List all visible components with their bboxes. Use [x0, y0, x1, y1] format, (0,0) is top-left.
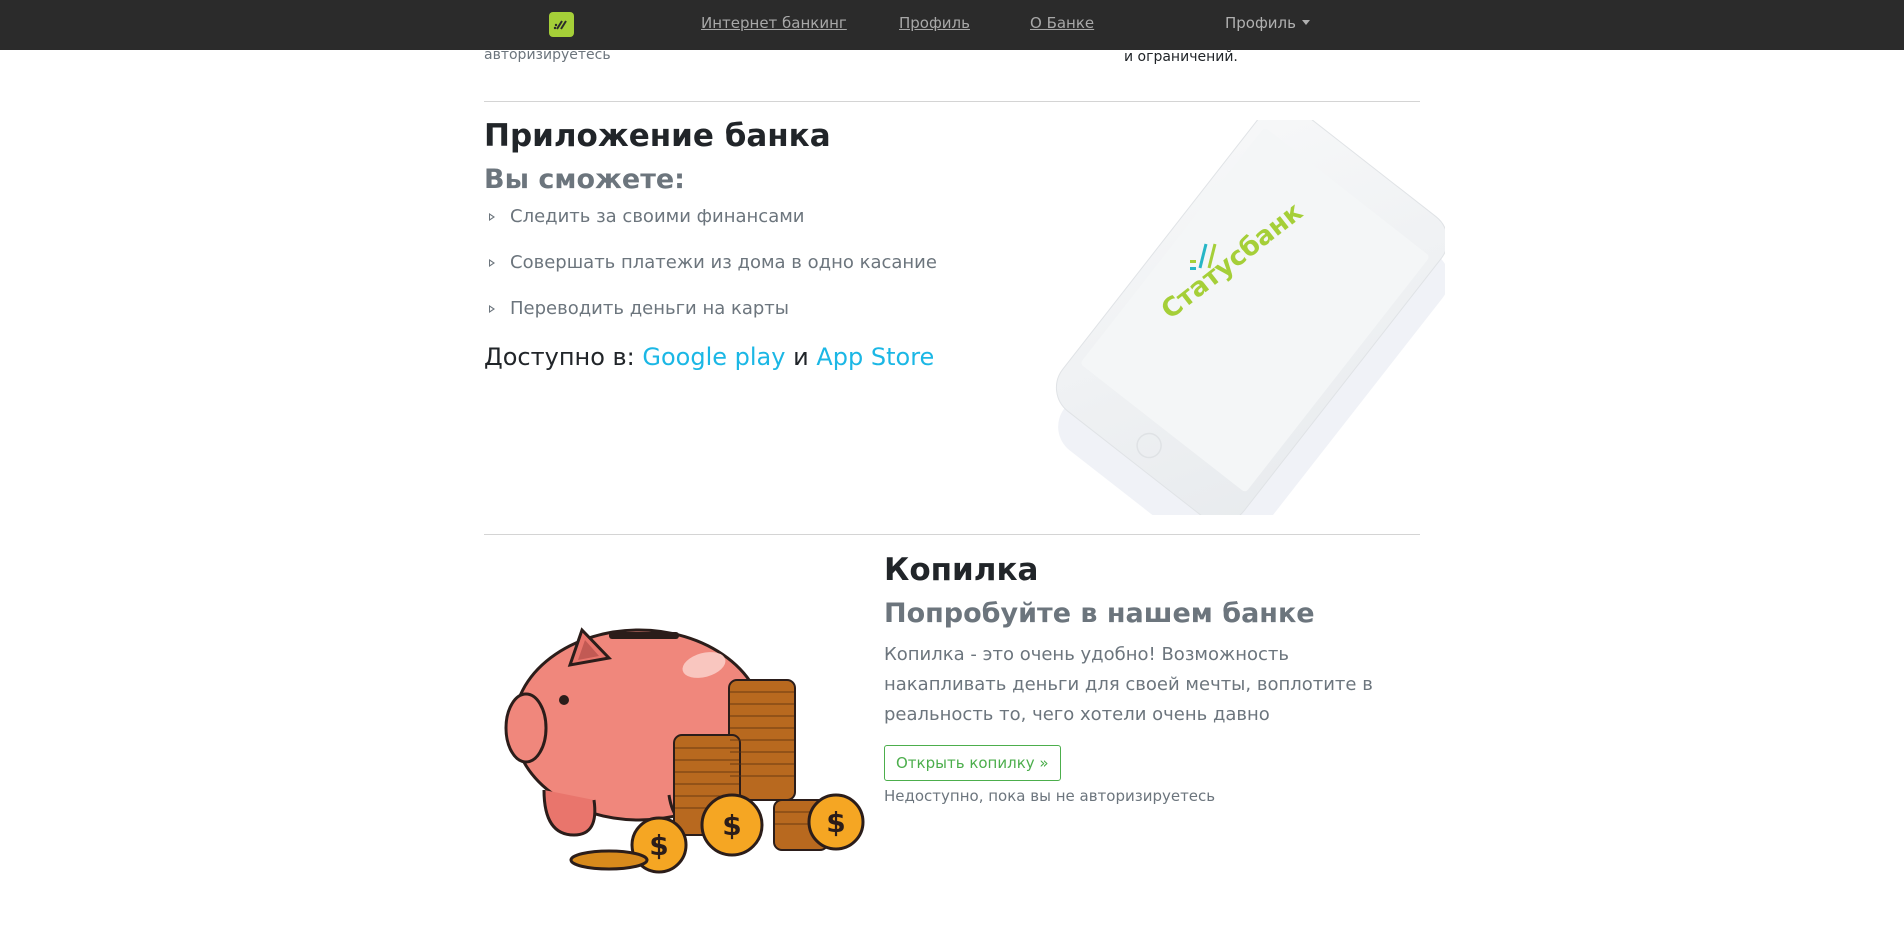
svg-text:$: $ — [722, 809, 741, 842]
phone-illustration: Статусбанк — [1045, 120, 1445, 515]
piggy-description: Копилка - это очень удобно! Возможность … — [884, 644, 1373, 725]
triangle-bullet-icon — [489, 213, 495, 221]
feature-text: Переводить деньги на карты — [510, 298, 790, 319]
list-item: Следить за своими финансами — [484, 206, 937, 252]
availability-conjunction: и — [793, 343, 809, 371]
list-item: Переводить деньги на карты — [484, 298, 937, 344]
caret-down-icon — [1301, 20, 1310, 25]
availability-prefix: Доступно в: — [484, 343, 635, 371]
svg-text:$: $ — [649, 829, 668, 862]
piggy-bank-illustration: $ $ $ — [484, 550, 884, 930]
nav-profile-link[interactable]: Профиль — [899, 14, 970, 32]
piggy-section-title: Копилка — [884, 552, 1039, 588]
availability-line: Доступно в: Google play и App Store — [484, 343, 934, 371]
triangle-bullet-icon — [489, 259, 495, 267]
nav-about-bank-link[interactable]: О Банке — [1030, 14, 1094, 32]
previous-section-note-right: и ограничений. — [1124, 49, 1238, 65]
app-store-link[interactable]: App Store — [816, 343, 934, 371]
google-play-link[interactable]: Google play — [642, 343, 785, 371]
piggy-section-subtitle: Попробуйте в нашем банке — [884, 598, 1315, 629]
profile-dropdown-label: Профиль — [1225, 14, 1296, 32]
feature-text: Совершать платежи из дома в одно касание — [510, 252, 937, 273]
bank-logo-icon[interactable] — [549, 12, 574, 37]
nav-internet-banking-link[interactable]: Интернет банкинг — [701, 14, 847, 32]
profile-dropdown[interactable]: Профиль — [1225, 14, 1310, 32]
list-item: Совершать платежи из дома в одно касание — [484, 252, 937, 298]
section-divider — [484, 101, 1420, 102]
top-navbar: Интернет банкинг Профиль О Банке Профиль — [0, 0, 1904, 50]
section-divider — [484, 534, 1420, 535]
app-section-title: Приложение банка — [484, 118, 831, 154]
app-features-list: Следить за своими финансами Совершать пл… — [484, 206, 937, 344]
svg-text:$: $ — [826, 806, 845, 839]
feature-text: Следить за своими финансами — [510, 206, 805, 227]
open-piggy-bank-button[interactable]: Открыть копилку » — [884, 745, 1061, 781]
triangle-bullet-icon — [489, 305, 495, 313]
app-section-subtitle: Вы сможете: — [484, 164, 685, 195]
auth-required-note: Недоступно, пока вы не авторизируетесь — [884, 787, 1216, 805]
